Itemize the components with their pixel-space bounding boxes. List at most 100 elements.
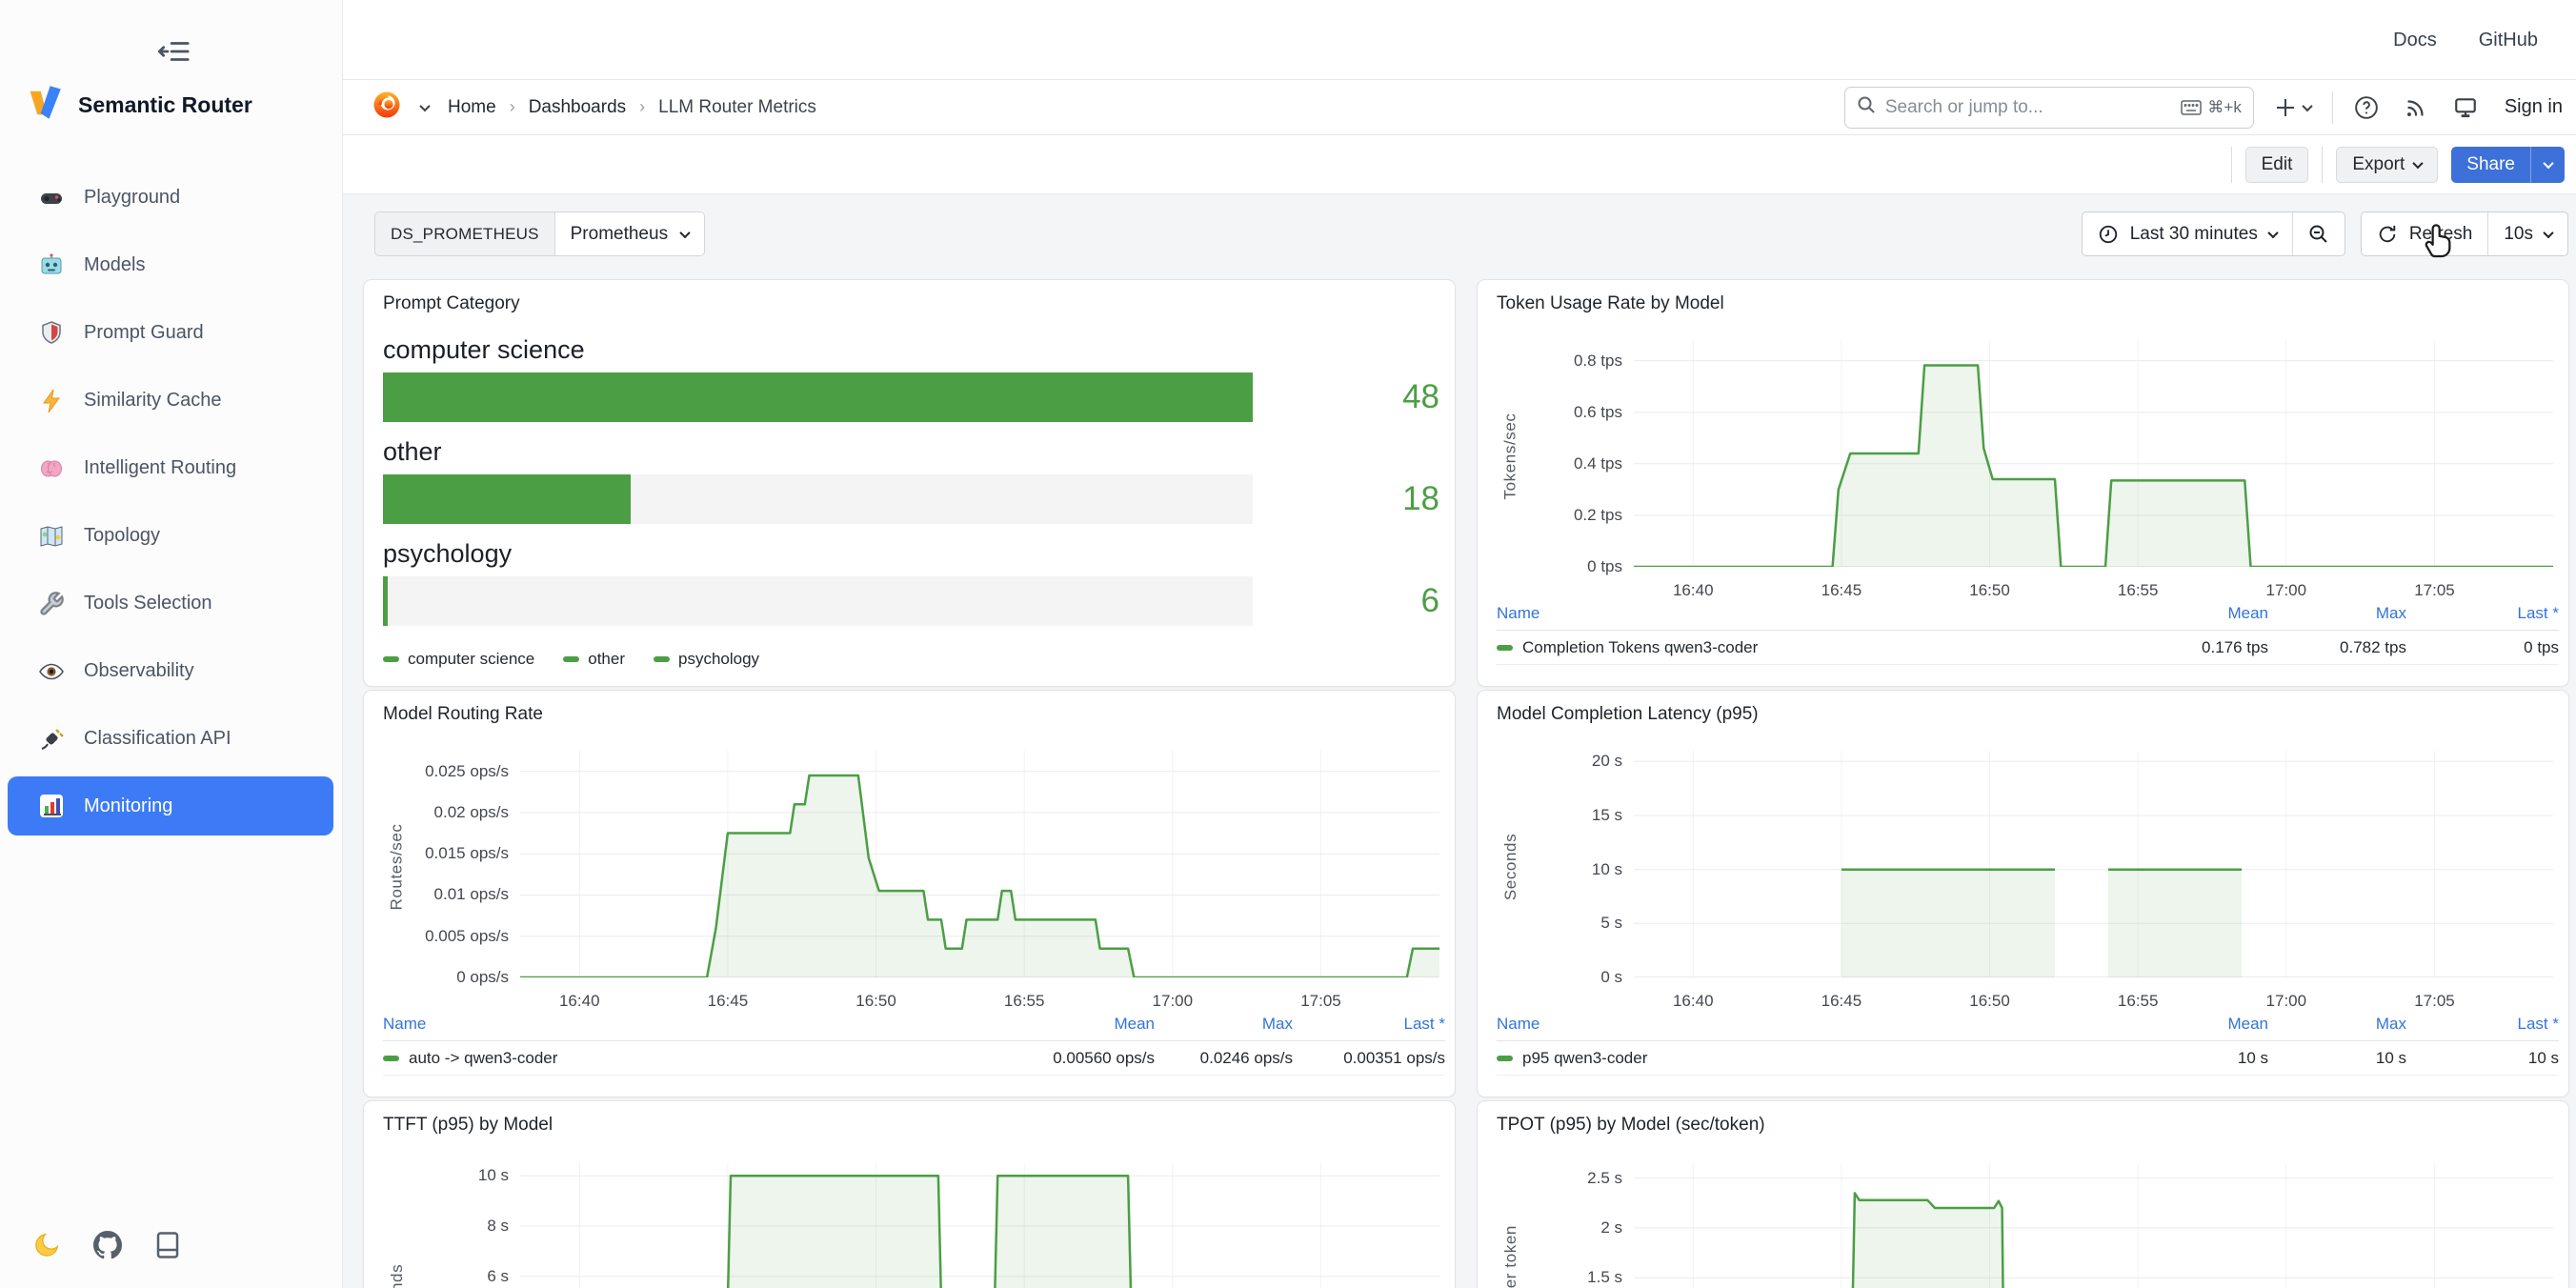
sidebar-item-similarity-cache[interactable]: Similarity Cache <box>0 367 343 434</box>
sidebar-item-playground[interactable]: Playground <box>0 164 343 231</box>
series-mean: 0.00560 ops/s <box>1016 1049 1155 1068</box>
sidebar-item-topology[interactable]: Topology <box>0 502 343 570</box>
chart-canvas[interactable] <box>1634 1163 2553 1288</box>
legend-header-max[interactable]: Max <box>1155 1015 1293 1034</box>
brand[interactable]: Semantic Router <box>25 84 252 127</box>
panel-title: TPOT (p95) by Model (sec/token) <box>1497 1115 1765 1136</box>
x-tick-label: 17:00 <box>2266 992 2307 1011</box>
y-tick-label: 15 s <box>1592 806 1622 825</box>
sidebar-item-observability[interactable]: Observability <box>0 637 343 705</box>
bar-track[interactable] <box>383 474 1253 524</box>
similarity-cache-icon <box>38 388 65 414</box>
legend-header-last[interactable]: Last * <box>1293 1015 1445 1034</box>
sidebar-item-monitoring[interactable]: Monitoring <box>8 776 333 835</box>
add-button[interactable] <box>2271 91 2315 124</box>
legend-header-name[interactable]: Name <box>1497 1015 2130 1034</box>
bar-track[interactable] <box>383 576 1253 626</box>
series-name[interactable]: auto -> qwen3-coder <box>409 1049 557 1068</box>
x-tick-label: 16:50 <box>855 992 896 1011</box>
variable-value-dropdown[interactable]: Prometheus <box>554 211 705 256</box>
refresh-interval-dropdown[interactable]: 10s <box>2487 212 2567 255</box>
export-button[interactable]: Export <box>2336 147 2438 183</box>
org-switcher-chevron-icon[interactable] <box>415 91 434 124</box>
prompt-guard-icon <box>38 320 65 347</box>
grafana-logo-icon[interactable] <box>372 90 402 125</box>
help-icon[interactable] <box>2350 91 2383 124</box>
legend-header-mean[interactable]: Mean <box>1016 1015 1155 1034</box>
x-tick-label: 16:55 <box>2118 992 2159 1011</box>
search-icon <box>1857 95 1876 119</box>
monitor-icon[interactable] <box>2449 91 2482 124</box>
legend-row: Completion Tokens qwen3-coder0.176 tps0.… <box>1497 631 2559 665</box>
legend-header-mean[interactable]: Mean <box>2130 1015 2268 1034</box>
legend-item[interactable]: other <box>563 650 625 669</box>
docs-book-icon[interactable] <box>154 1231 183 1259</box>
y-tick-label: 20 s <box>1592 752 1622 771</box>
github-link[interactable]: GitHub <box>2479 30 2538 51</box>
plot-area[interactable]: 16:4016:4516:5016:5517:0017:05 <box>1634 751 2553 982</box>
theme-moon-icon[interactable] <box>32 1231 61 1259</box>
legend-item[interactable]: psychology <box>654 650 759 669</box>
legend-header-mean[interactable]: Mean <box>2130 604 2268 623</box>
sidebar-collapse-icon[interactable] <box>148 34 201 69</box>
plot-area[interactable]: 16:4016:4516:5016:5517:0017:05 <box>520 1163 1439 1288</box>
panel-title: Model Routing Rate <box>383 704 543 725</box>
sidebar-item-prompt-guard[interactable]: Prompt Guard <box>0 299 343 367</box>
plot-area[interactable]: 16:4016:4516:5016:5517:0017:05 <box>1634 1163 2553 1288</box>
x-tick-label: 16:45 <box>1821 992 1862 1011</box>
sidebar-item-classification-api[interactable]: Classification API <box>0 705 343 773</box>
zoom-out-button[interactable] <box>2292 212 2345 255</box>
share-dropdown-chevron-icon[interactable] <box>2530 147 2565 183</box>
docs-link[interactable]: Docs <box>2393 30 2437 51</box>
legend-item[interactable]: computer science <box>383 650 534 669</box>
breadcrumb-home[interactable]: Home <box>448 97 496 118</box>
sidebar-item-intelligent-routing[interactable]: Intelligent Routing <box>0 434 343 502</box>
legend-header: NameMeanMaxLast * <box>1497 604 2559 631</box>
share-button[interactable]: Share <box>2451 147 2565 183</box>
legend-header-name[interactable]: Name <box>1497 604 2130 623</box>
breadcrumb: Home › Dashboards › LLM Router Metrics <box>372 90 816 125</box>
legend-table: NameMeanMaxLast * auto -> qwen3-coder 0.00… <box>383 1015 1445 1076</box>
series-name[interactable]: p95 qwen3-coder <box>1522 1049 1647 1068</box>
chart-canvas[interactable] <box>1634 751 2553 977</box>
breadcrumb-dashboards[interactable]: Dashboards <box>529 97 626 118</box>
intelligent-routing-icon <box>38 455 65 482</box>
sidebar-item-label: Models <box>84 254 145 276</box>
legend-header-last[interactable]: Last * <box>2406 1015 2559 1034</box>
legend-header-max[interactable]: Max <box>2268 604 2406 623</box>
edit-button[interactable]: Edit <box>2245 147 2309 183</box>
y-tick-label: 0.01 ops/s <box>434 885 509 904</box>
sidebar-item-tools-selection[interactable]: Tools Selection <box>0 570 343 637</box>
panel-tpot: TPOT (p95) by Model (sec/token) Seconds … <box>1477 1100 2569 1288</box>
bar-track[interactable] <box>383 372 1253 422</box>
grafana-nav-bar: Home › Dashboards › LLM Router Metrics ⌘… <box>343 80 2576 135</box>
time-range-picker[interactable]: Last 30 minutes <box>2083 212 2292 255</box>
github-icon[interactable] <box>93 1231 122 1259</box>
chart-canvas[interactable] <box>520 751 1439 977</box>
bar-value: 6 <box>1421 576 1439 626</box>
datasource-variable: DS_PROMETHEUS Prometheus <box>374 211 705 256</box>
sign-in-link[interactable]: Sign in <box>2505 96 2563 118</box>
sidebar-item-models[interactable]: Models <box>0 231 343 299</box>
x-tick-label: 17:00 <box>1153 992 1194 1011</box>
legend-header-name[interactable]: Name <box>383 1015 1016 1034</box>
sidebar-item-label: Intelligent Routing <box>84 457 236 479</box>
chart-canvas[interactable] <box>1634 340 2553 567</box>
bar-value: 18 <box>1402 474 1439 524</box>
sidebar: Semantic Router Playground Models Prompt G… <box>0 0 343 1288</box>
sidebar-nav: Playground Models Prompt GuardSimilarity C… <box>0 164 343 839</box>
x-axis-ticks: 16:4016:4516:5016:5517:0017:05 <box>1634 982 2553 1011</box>
x-tick-label: 17:00 <box>2266 581 2307 600</box>
legend-header-last[interactable]: Last * <box>2406 604 2559 623</box>
legend-header-max[interactable]: Max <box>2268 1015 2406 1034</box>
series-name[interactable]: Completion Tokens qwen3-coder <box>1522 638 1758 657</box>
chart-canvas[interactable] <box>520 1163 1439 1288</box>
search-box[interactable]: ⌘+k <box>1844 87 2254 129</box>
news-rss-icon[interactable] <box>2400 91 2432 124</box>
search-input[interactable] <box>1885 97 2172 118</box>
refresh-button[interactable]: Refresh <box>2362 212 2488 255</box>
bar-legend: computer science other psychology <box>383 650 759 669</box>
plot-area[interactable]: 16:4016:4516:5016:5517:0017:05 <box>1634 340 2553 572</box>
plot-area[interactable]: 16:4016:4516:5016:5517:0017:05 <box>520 751 1439 982</box>
x-tick-label: 16:40 <box>1673 581 1714 600</box>
